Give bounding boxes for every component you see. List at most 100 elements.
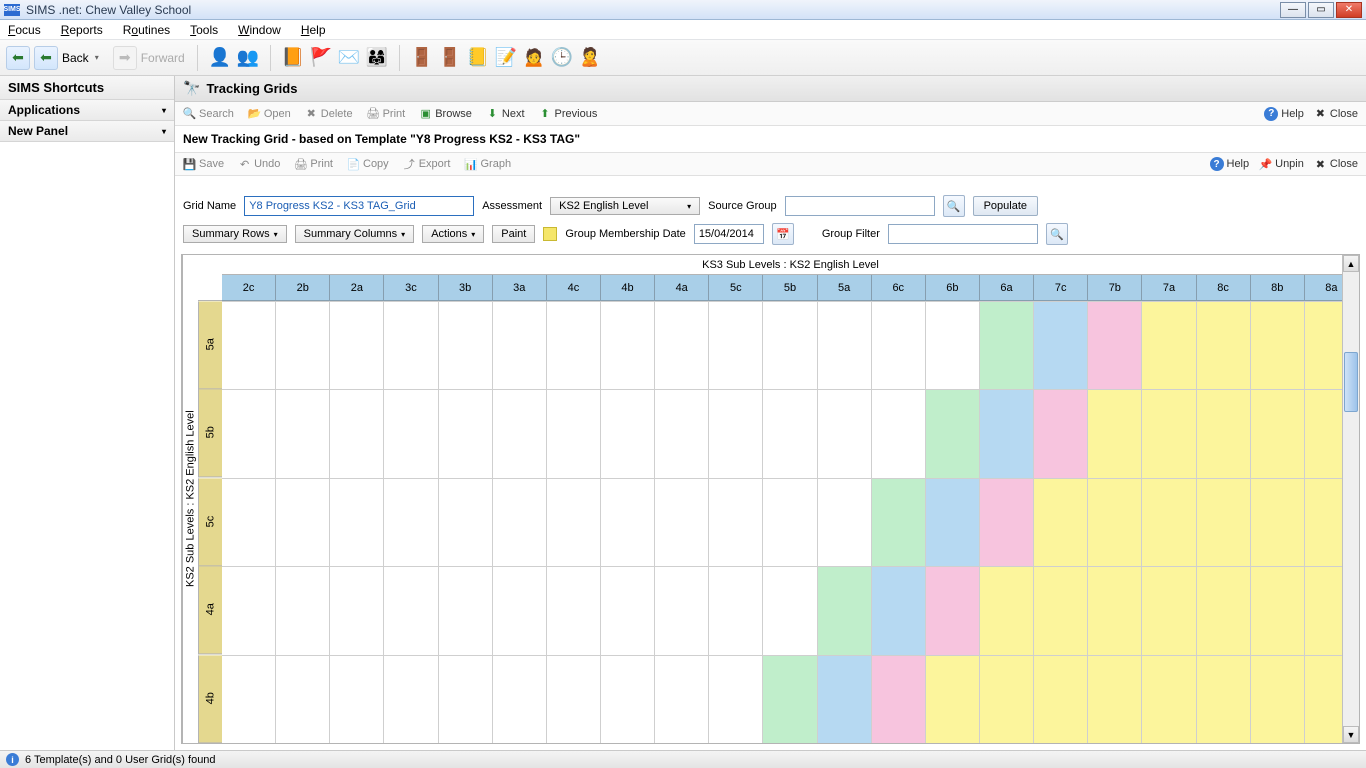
grid-cell[interactable] bbox=[222, 478, 276, 566]
grid-cell[interactable] bbox=[276, 655, 330, 743]
undo-action[interactable]: ↶Undo bbox=[238, 158, 280, 171]
menu-help[interactable]: Help bbox=[301, 23, 326, 37]
summary-columns-dropdown[interactable]: Summary Columns▾ bbox=[295, 225, 415, 243]
flag-icon[interactable]: 🚩 bbox=[309, 46, 333, 70]
copy-action[interactable]: 📄Copy bbox=[347, 158, 389, 171]
col-header[interactable]: 8b bbox=[1251, 275, 1305, 301]
grid-cell[interactable] bbox=[926, 301, 980, 389]
grid-cell[interactable] bbox=[547, 301, 601, 389]
grid-cell[interactable] bbox=[709, 655, 763, 743]
group-filter-input[interactable] bbox=[888, 224, 1038, 244]
scroll-thumb[interactable] bbox=[1344, 352, 1358, 412]
grid-cell[interactable] bbox=[493, 655, 547, 743]
door-out-icon[interactable]: 🚪 bbox=[438, 46, 462, 70]
grid-cell[interactable] bbox=[926, 389, 980, 477]
grid-cell[interactable] bbox=[1251, 478, 1305, 566]
col-header[interactable]: 8c bbox=[1197, 275, 1251, 301]
col-header[interactable]: 2b bbox=[276, 275, 330, 301]
book-icon[interactable]: 📙 bbox=[281, 46, 305, 70]
grid-cell[interactable] bbox=[655, 566, 709, 654]
grid-name-input[interactable] bbox=[244, 196, 474, 216]
grid-cell[interactable] bbox=[330, 301, 384, 389]
grid-cell[interactable] bbox=[1197, 389, 1251, 477]
grid-cell[interactable] bbox=[1142, 655, 1196, 743]
calendar-button[interactable]: 📅 bbox=[772, 223, 794, 245]
col-header[interactable]: 4a bbox=[655, 275, 709, 301]
grid-cell[interactable] bbox=[980, 389, 1034, 477]
grid-cell[interactable] bbox=[872, 389, 926, 477]
grid-cell[interactable] bbox=[276, 566, 330, 654]
grid-cell[interactable] bbox=[601, 478, 655, 566]
grid-cell[interactable] bbox=[1197, 301, 1251, 389]
grid-cell[interactable] bbox=[1251, 566, 1305, 654]
grid-cell[interactable] bbox=[1142, 301, 1196, 389]
col-header[interactable]: 4b bbox=[601, 275, 655, 301]
grid-cell[interactable] bbox=[1034, 301, 1088, 389]
grid-cell[interactable] bbox=[384, 301, 438, 389]
grid-cell[interactable] bbox=[384, 566, 438, 654]
grid-cell[interactable] bbox=[601, 301, 655, 389]
delete-action[interactable]: ✖Delete bbox=[305, 107, 353, 120]
grid-cell[interactable] bbox=[493, 478, 547, 566]
unpin-action[interactable]: 📌Unpin bbox=[1259, 157, 1304, 171]
help-action[interactable]: ?Help bbox=[1210, 157, 1250, 171]
forward-button[interactable]: ➡ bbox=[113, 46, 137, 70]
grid-cell[interactable] bbox=[763, 389, 817, 477]
grid-cell[interactable] bbox=[763, 301, 817, 389]
grid-cell[interactable] bbox=[1251, 301, 1305, 389]
grid-cell[interactable] bbox=[1034, 655, 1088, 743]
grid-cell[interactable] bbox=[222, 566, 276, 654]
grid-cell[interactable] bbox=[439, 301, 493, 389]
grid-cell[interactable] bbox=[1088, 301, 1142, 389]
grid-cell[interactable] bbox=[439, 389, 493, 477]
grid-cell[interactable] bbox=[709, 389, 763, 477]
menu-tools[interactable]: Tools bbox=[190, 23, 218, 37]
grid-cell[interactable] bbox=[384, 478, 438, 566]
grid-cell[interactable] bbox=[1251, 389, 1305, 477]
grid-cell[interactable] bbox=[709, 566, 763, 654]
user-red-icon[interactable]: 🙍 bbox=[522, 46, 546, 70]
grid-cell[interactable] bbox=[547, 566, 601, 654]
people-icon[interactable]: 👨‍👩‍👧 bbox=[365, 46, 389, 70]
back-small-button[interactable]: ⬅ bbox=[6, 46, 30, 70]
grid-cell[interactable] bbox=[1034, 478, 1088, 566]
grid-cell[interactable] bbox=[222, 301, 276, 389]
previous-action[interactable]: ⬆Previous bbox=[539, 107, 598, 120]
row-header[interactable]: 5b bbox=[198, 389, 222, 477]
print-action[interactable]: 🖨Print bbox=[294, 158, 333, 171]
col-header[interactable]: 2c bbox=[222, 275, 276, 301]
col-header[interactable]: 7c bbox=[1034, 275, 1088, 301]
grid-cell[interactable] bbox=[872, 566, 926, 654]
grid-cell[interactable] bbox=[439, 566, 493, 654]
col-header[interactable]: 3c bbox=[384, 275, 438, 301]
grid-cell[interactable] bbox=[1088, 655, 1142, 743]
print-action[interactable]: 🖨Print bbox=[367, 107, 406, 120]
browse-action[interactable]: ▣Browse bbox=[419, 107, 472, 120]
grid-cell[interactable] bbox=[926, 655, 980, 743]
person-orange-icon[interactable]: 👤 bbox=[208, 46, 232, 70]
col-header[interactable]: 3a bbox=[493, 275, 547, 301]
membership-date-input[interactable] bbox=[694, 224, 764, 244]
search-action[interactable]: 🔍Search bbox=[183, 107, 234, 120]
grid-cell[interactable] bbox=[980, 478, 1034, 566]
grid-cell[interactable] bbox=[384, 389, 438, 477]
grid-cell[interactable] bbox=[709, 478, 763, 566]
notebook-icon[interactable]: 📒 bbox=[466, 46, 490, 70]
back-dropdown[interactable]: ▾ bbox=[95, 53, 99, 62]
col-header[interactable]: 5a bbox=[818, 275, 872, 301]
grid-cell[interactable] bbox=[926, 566, 980, 654]
populate-button[interactable]: Populate bbox=[973, 196, 1038, 216]
grid-cell[interactable] bbox=[1088, 389, 1142, 477]
grid-cell[interactable] bbox=[330, 655, 384, 743]
menu-reports[interactable]: Reports bbox=[61, 23, 103, 37]
grid-cell[interactable] bbox=[601, 566, 655, 654]
grid-cell[interactable] bbox=[493, 389, 547, 477]
grid-cell[interactable] bbox=[439, 478, 493, 566]
assessment-dropdown[interactable]: KS2 English Level ▾ bbox=[550, 197, 700, 215]
row-header[interactable]: 5c bbox=[198, 478, 222, 566]
grid-cell[interactable] bbox=[330, 566, 384, 654]
grid-cell[interactable] bbox=[601, 655, 655, 743]
grid-cell[interactable] bbox=[1197, 478, 1251, 566]
paint-button[interactable]: Paint bbox=[492, 225, 535, 243]
grid-cell[interactable] bbox=[709, 301, 763, 389]
